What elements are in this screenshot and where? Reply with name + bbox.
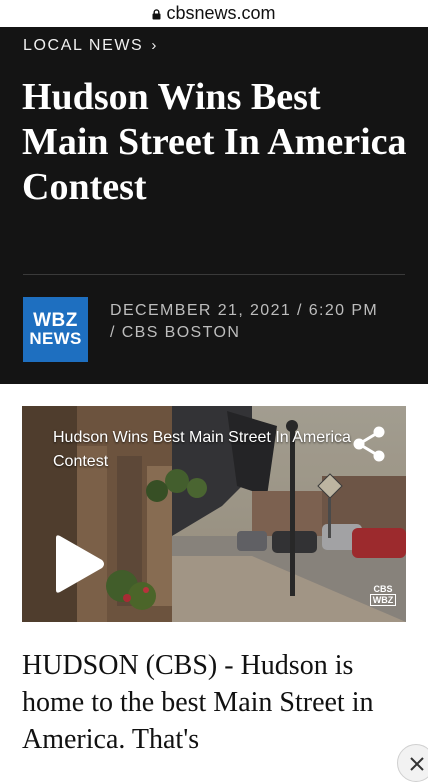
watermark-wbz: WBZ <box>369 594 397 606</box>
article-headline: Hudson Wins Best Main Street In America … <box>22 76 407 208</box>
logo-line-1: WBZ <box>33 309 78 331</box>
section-label: LOCAL NEWS <box>23 37 144 54</box>
share-icon[interactable] <box>352 426 386 462</box>
chevron-right-icon: › <box>151 37 158 54</box>
video-player[interactable]: Hudson Wins Best Main Street In America … <box>22 406 406 622</box>
video-title: Hudson Wins Best Main Street In America … <box>53 429 351 470</box>
article-body: HUDSON (CBS) - Hudson is home to the bes… <box>22 650 374 755</box>
lock-icon <box>152 8 161 19</box>
divider <box>23 274 405 275</box>
byline-source: / CBS BOSTON <box>110 324 241 341</box>
section-link[interactable]: LOCAL NEWS › <box>23 37 158 55</box>
wbz-news-logo[interactable]: WBZ NEWS <box>23 297 88 362</box>
address-bar[interactable]: cbsnews.com <box>0 0 428 26</box>
byline: DECEMBER 21, 2021 / 6:20 PM / CBS BOSTON <box>110 300 410 344</box>
watermark-cbs: CBS <box>373 584 393 594</box>
play-icon[interactable] <box>54 534 106 594</box>
cbs-wbz-watermark: CBS WBZ <box>368 584 398 606</box>
byline-date: DECEMBER 21, 2021 / 6:20 PM <box>110 302 379 319</box>
logo-line-2: NEWS <box>29 328 82 348</box>
close-button[interactable] <box>397 744 428 782</box>
url-text: cbsnews.com <box>166 2 276 23</box>
article-header: LOCAL NEWS › Hudson Wins Best Main Street… <box>0 27 428 384</box>
close-icon <box>410 757 424 771</box>
